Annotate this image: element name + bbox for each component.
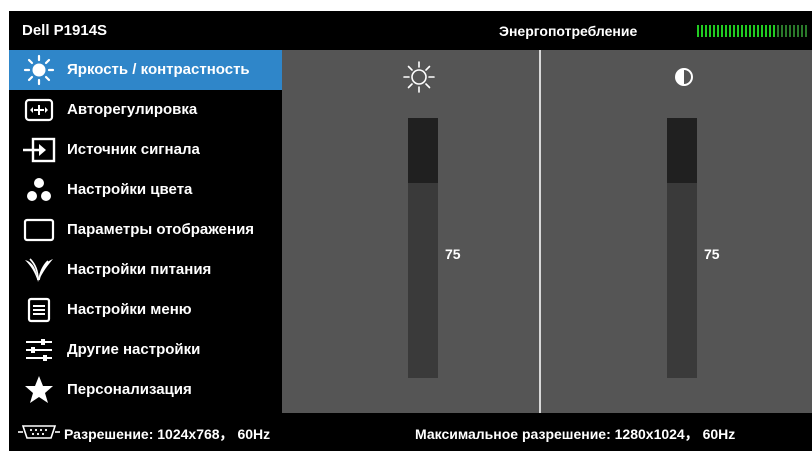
energy-meter-segment [757,25,759,37]
energy-meter-segment [769,25,771,37]
energy-meter [697,25,807,37]
menu-settings-icon [22,294,56,326]
energy-meter-segment [797,25,799,37]
column-divider [539,50,541,413]
other-settings-icon [22,334,56,366]
menu-item-label: Персонализация [67,381,192,398]
menu-item-label: Параметры отображения [67,221,255,238]
energy-meter-segment [733,25,735,37]
energy-meter-segment [753,25,755,37]
contrast-slider[interactable] [667,118,697,378]
energy-meter-segment [725,25,727,37]
settings-panel: 75 75 [282,50,812,413]
energy-meter-segment [737,25,739,37]
menu-item-color-settings[interactable]: Настройки цвета [9,170,282,210]
menu-item-other-settings[interactable]: Другие настройки [9,330,282,370]
energy-label: Энергопотребление [499,23,638,39]
energy-meter-segment [709,25,711,37]
display-settings-icon [22,214,56,246]
energy-meter-segment [781,25,783,37]
monitor-osd: Dell P1914S Энергопотребление Яркость / … [9,11,812,451]
monitor-model: Dell P1914S [22,22,108,39]
sun-icon [399,60,439,94]
energy-meter-segment [745,25,747,37]
energy-meter-segment [801,25,803,37]
osd-header: Dell P1914S Энергопотребление [9,11,812,50]
energy-meter-segment [713,25,715,37]
brightness-value: 75 [445,246,461,262]
energy-meter-segment [697,25,699,37]
energy-meter-segment [721,25,723,37]
energy-meter-segment [705,25,707,37]
menu-item-label: Настройки цвета [67,181,193,198]
menu-item-label: Настройки питания [67,261,212,278]
energy-meter-segment [729,25,731,37]
energy-meter-segment [701,25,703,37]
energy-meter-segment [765,25,767,37]
brightness-slider[interactable] [408,118,438,378]
energy-meter-segment [777,25,779,37]
contrast-slider-track [667,118,697,183]
menu-item-label: Авторегулировка [67,101,198,118]
menu-item-label: Источник сигнала [67,141,200,158]
max-resolution: Максимальное разрешение: 1280x1024， 60Hz [415,426,736,442]
energy-meter-segment [805,25,807,37]
menu-item-display-settings[interactable]: Параметры отображения [9,210,282,250]
energy-meter-segment [773,25,775,37]
energy-meter-segment [785,25,787,37]
brightness-slider-track [408,118,438,183]
energy-meter-segment [741,25,743,37]
energy-meter-segment [793,25,795,37]
menu-item-personalize[interactable]: Персонализация [9,370,282,410]
contrast-icon [664,60,704,94]
power-settings-icon [22,254,56,286]
menu-item-power-settings[interactable]: Настройки питания [9,250,282,290]
vga-connector-icon [17,424,61,440]
menu-item-label: Настройки меню [67,301,192,318]
energy-meter-segment [761,25,763,37]
menu-item-brightness-contrast[interactable]: Яркость / контрастность [9,50,282,90]
brightness-icon [22,54,56,86]
energy-meter-segment [717,25,719,37]
color-settings-icon [22,174,56,206]
star-icon [22,374,56,406]
energy-meter-segment [749,25,751,37]
menu-item-label: Яркость / контрастность [67,61,250,78]
input-source-icon [22,134,56,166]
contrast-value: 75 [704,246,720,262]
current-resolution: Разрешение: 1024x768， 60Hz [64,426,271,442]
auto-adjust-icon [22,94,56,126]
menu-item-auto-adjust[interactable]: Авторегулировка [9,90,282,130]
menu-item-label: Другие настройки [67,341,201,358]
menu-item-input-source[interactable]: Источник сигнала [9,130,282,170]
osd-footer: Разрешение: 1024x768， 60Hz Максимальное … [9,413,812,451]
osd-menu: Яркость / контрастность Авторегулировка [9,50,282,413]
menu-item-menu-settings[interactable]: Настройки меню [9,290,282,330]
energy-meter-segment [789,25,791,37]
